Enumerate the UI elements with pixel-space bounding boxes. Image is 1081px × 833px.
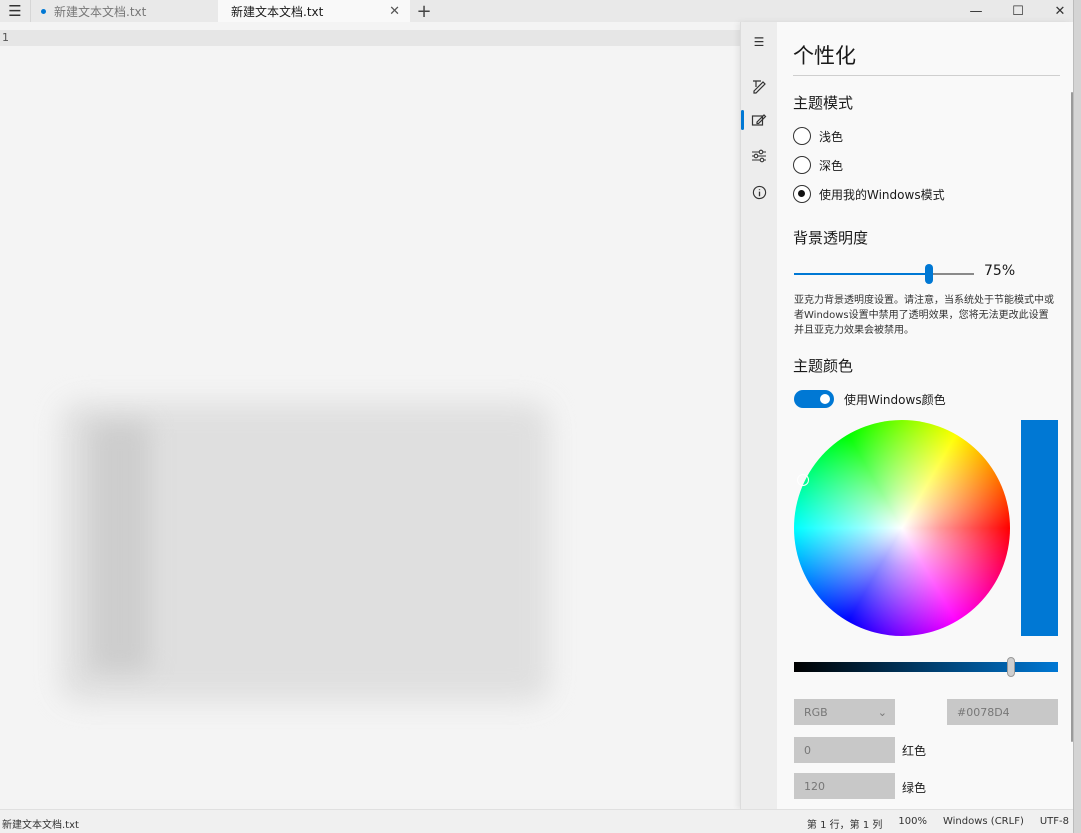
toggle-label: 使用Windows颜色 [844, 392, 946, 407]
green-label: 绿色 [902, 781, 927, 795]
nav-about-icon[interactable] [741, 180, 777, 204]
radio-button-checked[interactable] [793, 185, 811, 203]
tab-label: 新建文本文档.txt [54, 4, 147, 19]
nav-settings-icon[interactable] [741, 144, 777, 168]
color-wheel[interactable] [794, 420, 1010, 636]
color-preview [1021, 420, 1058, 636]
status-encoding[interactable]: UTF-8 [1040, 816, 1069, 831]
window-controls: — ☐ ✕ [955, 0, 1081, 22]
radio-label: 深色 [819, 158, 844, 173]
settings-panel: ☰ 个性化 主题模式 浅色 深色 使用我的Windows模式 背景透明度 75%… [740, 22, 1073, 809]
close-tab-icon[interactable]: ✕ [389, 4, 400, 19]
radio-button[interactable] [793, 156, 811, 174]
radio-label: 使用我的Windows模式 [819, 187, 945, 202]
color-wheel-marker[interactable] [797, 474, 809, 486]
status-line-ending[interactable]: Windows (CRLF) [943, 816, 1024, 831]
hex-input[interactable]: #0078D4 [947, 699, 1058, 725]
color-value-slider[interactable] [794, 662, 1058, 672]
chevron-down-icon: ⌄ [877, 705, 887, 719]
red-label: 红色 [902, 744, 927, 758]
transparency-slider[interactable] [794, 264, 974, 284]
transparency-heading: 背景透明度 [793, 229, 869, 247]
unsaved-indicator-icon [41, 8, 46, 14]
dropdown-value: RGB [804, 705, 828, 719]
radio-windows-mode[interactable]: 使用我的Windows模式 [793, 185, 945, 203]
green-input[interactable]: 120 [794, 773, 895, 799]
color-value-slider-thumb[interactable] [1007, 657, 1015, 677]
radio-button[interactable] [793, 127, 811, 145]
radio-dark[interactable]: 深色 [793, 156, 843, 174]
slider-fill [794, 273, 929, 275]
slider-thumb[interactable] [925, 264, 933, 284]
line-number: 1 [2, 31, 9, 44]
title-divider [793, 75, 1060, 76]
editor-area[interactable]: 1 [0, 22, 740, 809]
acrylic-background-blur-detail [90, 422, 150, 672]
status-zoom[interactable]: 100% [898, 816, 927, 831]
text-edit-icon [753, 80, 766, 94]
personalization-content: 个性化 主题模式 浅色 深色 使用我的Windows模式 背景透明度 75% 亚… [793, 22, 1061, 809]
theme-color-heading: 主题颜色 [793, 357, 854, 375]
status-cursor-position[interactable]: 第 1 行，第 1 列 [807, 816, 882, 831]
tab-label: 新建文本文档.txt [231, 4, 324, 19]
status-file-name: 新建文本文档.txt [2, 820, 79, 831]
red-input[interactable]: 0 [794, 737, 895, 763]
nav-menu-icon[interactable]: ☰ [741, 30, 777, 54]
page-title: 个性化 [793, 44, 856, 68]
nav-personalize-icon[interactable] [741, 108, 777, 132]
tab-document-2[interactable]: 新建文本文档.txt ✕ [218, 0, 410, 22]
use-windows-color-toggle[interactable] [794, 390, 834, 408]
current-line-highlight: 1 [0, 30, 740, 46]
status-right-group: 第 1 行，第 1 列 100% Windows (CRLF) UTF-8 [791, 816, 1069, 831]
use-windows-color-toggle-row[interactable]: 使用Windows颜色 [794, 390, 946, 408]
radio-light[interactable]: 浅色 [793, 127, 843, 145]
theme-mode-heading: 主题模式 [793, 94, 854, 112]
background-window-edge [1073, 0, 1081, 833]
sliders-icon [752, 149, 766, 163]
personalize-icon [751, 114, 767, 126]
transparency-value: 75% [984, 263, 1016, 279]
menu-icon[interactable]: ☰ [0, 0, 30, 22]
new-tab-button[interactable]: + [410, 0, 438, 22]
maximize-button[interactable]: ☐ [997, 0, 1039, 22]
transparency-description: 亚克力背景透明度设置。请注意，当系统处于节能模式中或者Windows设置中禁用了… [794, 295, 1054, 336]
toggle-knob [820, 394, 830, 404]
nav-text-edit-icon[interactable] [741, 74, 777, 98]
minimize-button[interactable]: — [955, 0, 997, 22]
status-bar: 新建文本文档.txt 第 1 行，第 1 列 100% Windows (CRL… [0, 809, 1073, 833]
tab-document-1[interactable]: 新建文本文档.txt [30, 0, 218, 22]
slider-track [929, 273, 974, 275]
radio-label: 浅色 [819, 129, 844, 144]
settings-nav: ☰ [741, 22, 777, 809]
color-model-dropdown[interactable]: RGB ⌄ [794, 699, 895, 725]
info-icon [752, 185, 766, 199]
title-bar: ☰ 新建文本文档.txt 新建文本文档.txt ✕ + — ☐ ✕ [0, 0, 1081, 22]
